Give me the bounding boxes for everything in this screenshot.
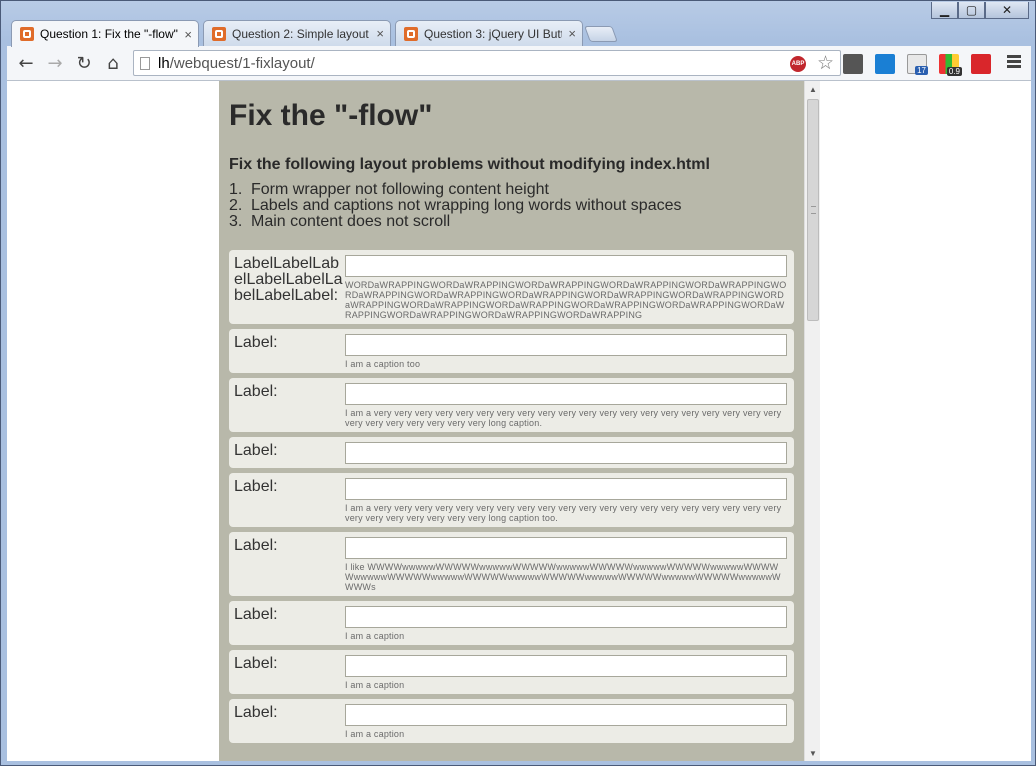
text-input[interactable] xyxy=(345,655,787,677)
browser-window: ▁ ▢ ✕ Question 1: Fix the "-flow" × Ques… xyxy=(0,0,1036,766)
text-input[interactable] xyxy=(345,704,787,726)
xampp-favicon-icon xyxy=(212,26,226,41)
tab-close-icon[interactable]: × xyxy=(184,27,192,42)
scrollbar-thumb[interactable] xyxy=(807,99,819,321)
field-caption: I am a very very very very very very ver… xyxy=(345,408,782,428)
close-window-button[interactable]: ✕ xyxy=(985,2,1029,19)
extension-glasses-icon[interactable] xyxy=(843,54,863,74)
field-label: Label: xyxy=(234,537,278,554)
url-host: lh xyxy=(158,54,170,72)
field-caption: WORDaWRAPPINGWORDaWRAPPINGWORDaWRAPPINGW… xyxy=(345,280,787,320)
xampp-favicon-icon xyxy=(404,26,418,41)
field-label: Label: xyxy=(234,334,278,351)
field-label: Label: xyxy=(234,478,278,495)
extension-close-icon[interactable] xyxy=(971,54,991,74)
form-wrapper: Fix the "-flow" Fix the following layout… xyxy=(219,81,804,761)
tab-close-icon[interactable]: × xyxy=(376,26,384,41)
tab-title: Question 2: Simple layout xyxy=(232,26,369,41)
tab-title: Question 3: jQuery UI Butt xyxy=(424,26,563,41)
window-controls: ▁ ▢ ✕ xyxy=(931,2,1029,19)
form-row: Label: I am a very very very very very v… xyxy=(229,378,794,432)
text-input[interactable] xyxy=(345,255,787,277)
extension-color-icon[interactable]: 0.9 xyxy=(939,54,962,76)
page-subtitle: Fix the following layout problems withou… xyxy=(229,156,710,173)
address-bar[interactable]: lh /webquest/1-fixlayout/ ABP ☆ xyxy=(133,50,841,76)
form-row: Label: I am a very very very very very v… xyxy=(229,473,794,527)
form-row: LabelLabelLabelLabelLabelLabelLabelLabel… xyxy=(229,250,794,324)
form-row: Label: xyxy=(229,437,794,468)
menu-icon[interactable] xyxy=(1007,55,1021,70)
extension-calendar-icon[interactable]: 17 xyxy=(907,54,928,75)
tab-strip: Question 1: Fix the "-flow" × Question 2… xyxy=(11,20,618,47)
text-input[interactable] xyxy=(345,383,787,405)
field-caption: I am a caption too xyxy=(345,359,421,369)
list-item: 2. Labels and captions not wrapping long … xyxy=(229,197,682,214)
back-icon[interactable]: ← xyxy=(15,52,37,74)
text-input[interactable] xyxy=(345,334,787,356)
maximize-button[interactable]: ▢ xyxy=(958,2,985,19)
extension-cross-icon[interactable] xyxy=(875,54,895,74)
field-label: LabelLabelLabelLabelLabelLabelLabelLabel… xyxy=(234,255,343,304)
page-title: Fix the "-flow" xyxy=(229,99,433,132)
scroll-up-icon[interactable]: ▲ xyxy=(805,81,821,97)
field-caption: I am a very very very very very very ver… xyxy=(345,503,782,523)
field-caption: I like WWWWwwwwwWWWWWwwwwwWWWWWwwwwwWWWW… xyxy=(345,562,781,592)
minimize-button[interactable]: ▁ xyxy=(931,2,958,19)
text-input[interactable] xyxy=(345,478,787,500)
tab-question-1[interactable]: Question 1: Fix the "-flow" × xyxy=(11,20,199,47)
tab-close-icon[interactable]: × xyxy=(568,26,576,41)
vertical-scrollbar[interactable]: ▲ ▼ xyxy=(804,81,820,761)
text-input[interactable] xyxy=(345,442,787,464)
field-label: Label: xyxy=(234,442,278,459)
list-item: 3. Main content does not scroll xyxy=(229,213,451,230)
form-row: Label: I am a caption too xyxy=(229,329,794,373)
page-viewport: Fix the "-flow" Fix the following layout… xyxy=(7,81,1031,761)
form-row: Label: I like WWWWwwwwwWWWWWwwwwwWWWWWww… xyxy=(229,532,794,596)
field-label: Label: xyxy=(234,704,278,721)
home-icon[interactable]: ⌂ xyxy=(102,52,124,74)
list-item: 1. Form wrapper not following content hei… xyxy=(229,181,549,198)
adblock-icon[interactable]: ABP xyxy=(790,56,806,72)
text-input[interactable] xyxy=(345,537,787,559)
reload-icon[interactable]: ↻ xyxy=(73,52,95,74)
text-input[interactable] xyxy=(345,606,787,628)
field-caption: I am a caption xyxy=(345,680,405,690)
form-row: Label: I am a caption xyxy=(229,650,794,694)
extension-badge: 17 xyxy=(915,66,928,75)
url-path: /webquest/1-fixlayout/ xyxy=(169,54,315,72)
new-tab-button[interactable] xyxy=(584,26,618,42)
browser-toolbar: ← → ↻ ⌂ lh /webquest/1-fixlayout/ ABP ☆ … xyxy=(7,46,1031,81)
form-rows: LabelLabelLabelLabelLabelLabelLabelLabel… xyxy=(229,250,794,743)
bookmark-star-icon[interactable]: ☆ xyxy=(817,52,834,74)
problem-list: 1. Form wrapper not following content hei… xyxy=(229,182,794,230)
page-icon xyxy=(140,56,150,70)
tab-question-2[interactable]: Question 2: Simple layout × xyxy=(203,20,391,46)
field-label: Label: xyxy=(234,606,278,623)
tab-title: Question 1: Fix the "-flow" xyxy=(40,27,178,41)
field-caption: I am a caption xyxy=(345,729,405,739)
scroll-down-icon[interactable]: ▼ xyxy=(805,745,821,761)
tab-question-3[interactable]: Question 3: jQuery UI Butt × xyxy=(395,20,583,46)
field-label: Label: xyxy=(234,655,278,672)
form-row: Label: I am a caption xyxy=(229,601,794,645)
xampp-favicon-icon xyxy=(20,27,34,41)
field-caption: I am a caption xyxy=(345,631,405,641)
extension-badge: 0.9 xyxy=(946,67,962,76)
field-label: Label: xyxy=(234,383,278,400)
forward-icon[interactable]: → xyxy=(44,52,66,74)
form-row: Label: I am a caption xyxy=(229,699,794,743)
